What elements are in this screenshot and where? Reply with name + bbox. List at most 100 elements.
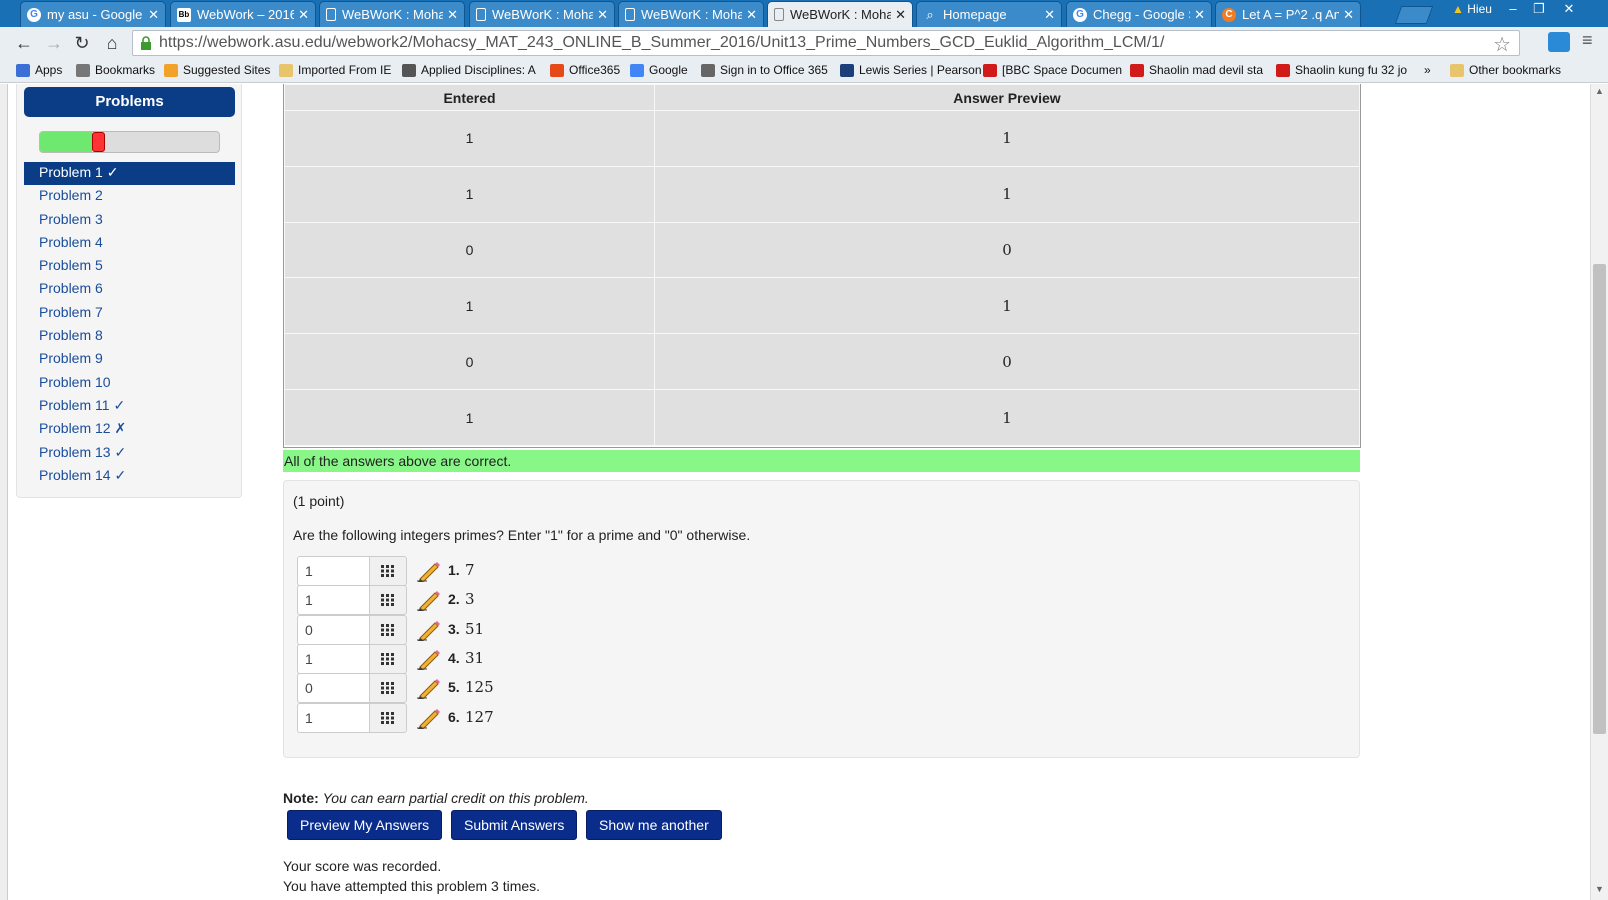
- home-button[interactable]: ⌂: [100, 31, 124, 55]
- problem-link[interactable]: Problem 1 ✓: [24, 162, 235, 186]
- answer-input[interactable]: [297, 585, 369, 615]
- answer-input[interactable]: [297, 644, 369, 674]
- entered-cell: 1: [284, 110, 655, 167]
- bookmark-item[interactable]: Bookmarks: [76, 63, 155, 77]
- bookmark-item[interactable]: Other bookmarks: [1450, 63, 1561, 77]
- answer-input[interactable]: [297, 673, 369, 703]
- problems-title[interactable]: Problems: [24, 87, 235, 117]
- answer-input[interactable]: [297, 703, 369, 733]
- problem-link[interactable]: Problem 10: [24, 372, 235, 395]
- close-tab-icon[interactable]: ✕: [746, 7, 757, 23]
- pencil-icon[interactable]: [417, 560, 441, 583]
- answer-input[interactable]: [297, 615, 369, 645]
- problem-link[interactable]: Problem 12 ✗: [24, 418, 235, 441]
- problem-link[interactable]: Problem 13 ✓: [24, 442, 235, 465]
- close-window-button[interactable]: ✕: [1556, 0, 1582, 20]
- profile-button[interactable]: ▲ Hieu: [1452, 2, 1492, 16]
- close-tab-icon[interactable]: ✕: [597, 7, 608, 23]
- show-another-button[interactable]: Show me another: [586, 810, 722, 840]
- problem-link[interactable]: Problem 3: [24, 209, 235, 232]
- equation-editor-button[interactable]: [369, 673, 407, 703]
- browser-tab[interactable]: WeBWorK : Moha ✕: [767, 1, 913, 27]
- url-text: https://webwork.asu.edu/webwork2/Mohacsy…: [159, 34, 1165, 51]
- bookmark-item[interactable]: Imported From IE: [279, 63, 391, 77]
- bookmark-item[interactable]: [BBC Space Documen: [983, 63, 1122, 77]
- answer-row: 5. 125: [297, 673, 697, 703]
- problem-link[interactable]: Problem 6: [24, 278, 235, 301]
- scroll-up-arrow-icon[interactable]: ▲: [1595, 86, 1604, 96]
- pencil-icon[interactable]: [417, 648, 441, 671]
- pencil-icon[interactable]: [417, 589, 441, 612]
- equation-editor-button[interactable]: [369, 644, 407, 674]
- problem-link[interactable]: Problem 8: [24, 325, 235, 348]
- close-tab-icon[interactable]: ✕: [1044, 7, 1055, 23]
- scroll-thumb[interactable]: [1593, 264, 1606, 734]
- close-tab-icon[interactable]: ✕: [447, 7, 458, 23]
- tab-strip: Gmy asu - Google S✕BbWebWork – 2016S✕WeB…: [0, 0, 1608, 27]
- close-tab-icon[interactable]: ✕: [895, 7, 906, 23]
- equation-editor-button[interactable]: [369, 615, 407, 645]
- search-icon: ⌕: [926, 6, 934, 22]
- browser-tab[interactable]: WeBWorK : Moha ✕: [319, 1, 465, 27]
- bookmark-item[interactable]: Office365: [550, 63, 620, 77]
- restore-button[interactable]: ❐: [1526, 0, 1552, 20]
- browser-tab[interactable]: WeBWorK : Moha ✕: [469, 1, 615, 27]
- close-tab-icon[interactable]: ✕: [1343, 7, 1354, 23]
- browser-tab[interactable]: Bb WebWork – 2016S ✕: [170, 1, 316, 27]
- bookmark-label: Office365: [569, 63, 621, 77]
- equation-editor-button[interactable]: [369, 703, 407, 733]
- bookmark-item[interactable]: Sign in to Office 365: [701, 63, 828, 77]
- problem-link[interactable]: Problem 2: [24, 185, 235, 208]
- pencil-icon[interactable]: [417, 707, 441, 730]
- entered-cell: 0: [284, 221, 655, 279]
- bookmark-item[interactable]: Apps: [16, 63, 62, 77]
- scroll-down-arrow-icon[interactable]: ▼: [1595, 884, 1604, 894]
- address-bar[interactable]: https://webwork.asu.edu/webwork2/Mohacsy…: [132, 30, 1520, 56]
- new-tab-button[interactable]: [1394, 6, 1434, 24]
- bookmark-item[interactable]: Applied Disciplines: A: [402, 63, 536, 77]
- preview-answers-button[interactable]: Preview My Answers: [287, 810, 443, 840]
- pencil-icon[interactable]: [417, 619, 441, 642]
- bookmark-item[interactable]: Shaolin mad devil sta: [1130, 63, 1263, 77]
- close-tab-icon[interactable]: ✕: [148, 7, 159, 23]
- forward-button[interactable]: →: [42, 31, 66, 55]
- problem-link[interactable]: Problem 4: [24, 232, 235, 255]
- correct-message: All of the answers above are correct.: [283, 450, 1360, 472]
- bookmark-label: Applied Disciplines: A: [421, 63, 536, 77]
- header-entered: Entered: [284, 84, 655, 111]
- problem-link[interactable]: Problem 14 ✓: [24, 465, 235, 488]
- problem-link[interactable]: Problem 11 ✓: [24, 395, 235, 418]
- browser-tab[interactable]: ⌕ Homepage ✕: [916, 1, 1062, 27]
- equation-editor-button[interactable]: [369, 585, 407, 615]
- score-message: Your score was recorded.: [283, 858, 442, 874]
- answer-input[interactable]: [297, 556, 369, 586]
- entered-cell: 1: [284, 277, 655, 335]
- problem-link[interactable]: Problem 9: [24, 348, 235, 371]
- browser-tab[interactable]: WeBWorK : Moha ✕: [618, 1, 764, 27]
- menu-icon[interactable]: ≡: [1582, 30, 1602, 54]
- extension-icon[interactable]: [1548, 32, 1570, 52]
- bookmark-item[interactable]: Suggested Sites: [164, 63, 270, 77]
- bookmark-icon: [1450, 63, 1464, 77]
- page-scrollbar[interactable]: ▲ ▼: [1590, 84, 1608, 900]
- close-tab-icon[interactable]: ✕: [298, 7, 309, 23]
- close-tab-icon[interactable]: ✕: [1194, 7, 1205, 23]
- bookmark-star-icon[interactable]: ☆: [1493, 32, 1511, 57]
- bookmark-item[interactable]: Shaolin kung fu 32 jo: [1276, 63, 1407, 77]
- bookmark-item[interactable]: »: [1424, 63, 1431, 77]
- reload-button[interactable]: ↻: [70, 31, 94, 55]
- bookmark-item[interactable]: Google: [630, 63, 688, 77]
- problem-link[interactable]: Problem 5: [24, 255, 235, 278]
- browser-tab[interactable]: G Chegg - Google S ✕: [1066, 1, 1212, 27]
- browser-tab[interactable]: C Let A = P^2 .q An ✕: [1215, 1, 1361, 27]
- blackboard-icon: Bb: [177, 7, 191, 22]
- submit-answers-button[interactable]: Submit Answers: [451, 810, 578, 840]
- problem-link[interactable]: Problem 7: [24, 302, 235, 325]
- minimize-button[interactable]: –: [1500, 0, 1526, 20]
- equation-editor-button[interactable]: [369, 556, 407, 586]
- browser-tab[interactable]: Gmy asu - Google S ✕: [20, 1, 166, 27]
- pencil-icon[interactable]: [417, 677, 441, 700]
- back-button[interactable]: ←: [12, 31, 36, 55]
- bookmark-item[interactable]: Lewis Series | Pearson: [840, 63, 982, 77]
- item-value: 31: [465, 649, 485, 667]
